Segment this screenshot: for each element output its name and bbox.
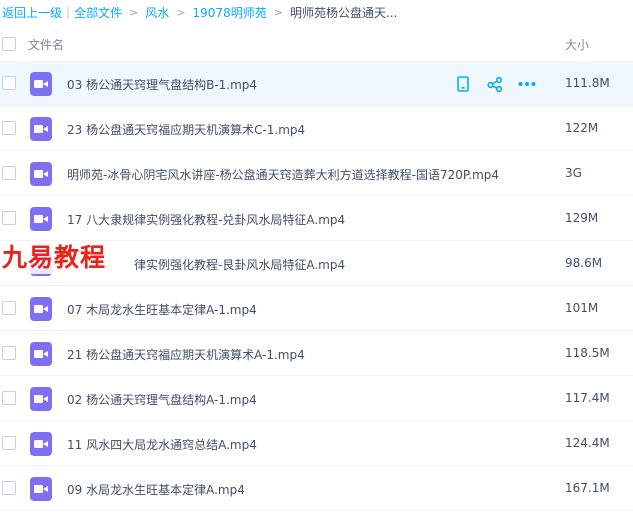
file-list: 03 杨公通天窍理气盘结构B-1.mp4 111.8M 23 杨公盘通天窍福应期… (0, 61, 633, 511)
breadcrumb-separator: > (176, 5, 186, 19)
breadcrumb-separator: > (129, 5, 139, 19)
file-name[interactable]: 02 杨公通天窍理气盘结构A-1.mp4 (67, 391, 257, 408)
file-size: 124.4M (565, 436, 610, 450)
file-name[interactable]: 03 杨公通天窍理气盘结构B-1.mp4 (67, 76, 257, 93)
video-file-icon (30, 342, 52, 366)
file-row[interactable]: 21 杨公盘通天窍福应期天机演算术A-1.mp4 118.5M (0, 331, 633, 376)
row-checkbox[interactable] (2, 436, 16, 450)
watermark: 九易教程 (2, 242, 107, 274)
video-file-icon (30, 477, 52, 501)
file-name[interactable]: 23 杨公盘通天窍福应期天机演算术C-1.mp4 (67, 121, 305, 138)
file-row[interactable]: 09 水局龙水生旺基本定律A.mp4 167.1M (0, 466, 633, 511)
row-checkbox[interactable] (2, 481, 16, 495)
share-icon[interactable] (485, 74, 505, 94)
row-checkbox[interactable] (2, 301, 16, 315)
file-row[interactable]: 02 杨公通天窍理气盘结构A-1.mp4 117.4M (0, 376, 633, 421)
file-row[interactable]: 17 八大隶规律实例强化教程-兑卦风水局特征A.mp4 129M (0, 196, 633, 241)
column-header-size[interactable]: 大小 (565, 36, 589, 53)
breadcrumb: 返回上一级 | 全部文件 > 风水 > 19078明师苑 > 明师苑杨公盘通天.… (0, 0, 633, 24)
video-file-icon (30, 432, 52, 456)
row-checkbox[interactable] (2, 391, 16, 405)
breadcrumb-fengshui-link[interactable]: 风水 (145, 4, 169, 21)
file-size: 117.4M (565, 391, 610, 405)
file-size: 3G (565, 166, 582, 180)
file-size: 122M (565, 121, 599, 135)
video-file-icon (30, 297, 52, 321)
file-name[interactable]: 律实例强化教程-艮卦风水局特征A.mp4 (134, 256, 345, 273)
video-file-icon (30, 72, 52, 96)
file-row[interactable]: 明师苑-冰骨心阴宅风水讲座-杨公盘通天窍造葬大利方道选择教程-国语720P.mp… (0, 151, 633, 196)
file-size: 118.5M (565, 346, 610, 360)
row-actions (453, 74, 549, 94)
row-checkbox[interactable] (2, 76, 16, 90)
file-name[interactable]: 21 杨公盘通天窍福应期天机演算术A-1.mp4 (67, 346, 305, 363)
file-size: 167.1M (565, 481, 610, 495)
file-row[interactable]: 07 木局龙水生旺基本定律A-1.mp4 101M (0, 286, 633, 331)
select-all-checkbox[interactable] (2, 37, 16, 51)
video-file-icon (30, 207, 52, 231)
file-row[interactable]: 11 风水四大局龙水通窍总结A.mp4 124.4M (0, 421, 633, 466)
phone-icon[interactable] (453, 74, 473, 94)
video-file-icon (30, 117, 52, 141)
file-name[interactable]: 17 八大隶规律实例强化教程-兑卦风水局特征A.mp4 (67, 211, 345, 228)
row-checkbox[interactable] (2, 346, 16, 360)
file-name[interactable]: 09 水局龙水生旺基本定律A.mp4 (67, 481, 245, 498)
file-list-header: 文件名 大小 (0, 28, 633, 60)
file-size: 129M (565, 211, 599, 225)
file-size: 101M (565, 301, 599, 315)
file-size: 111.8M (565, 76, 610, 90)
file-row[interactable]: 23 杨公盘通天窍福应期天机演算术C-1.mp4 122M (0, 106, 633, 151)
row-checkbox[interactable] (2, 121, 16, 135)
breadcrumb-divider: | (66, 5, 71, 19)
column-header-name[interactable]: 文件名 (28, 36, 64, 53)
file-size: 98.6M (565, 256, 603, 270)
file-name[interactable]: 07 木局龙水生旺基本定律A-1.mp4 (67, 301, 257, 318)
more-icon[interactable] (517, 74, 537, 94)
file-name[interactable]: 明师苑-冰骨心阴宅风水讲座-杨公盘通天窍造葬大利方道选择教程-国语720P.mp… (67, 166, 499, 183)
all-files-link[interactable]: 全部文件 (74, 4, 122, 21)
breadcrumb-folder-link[interactable]: 19078明师苑 (193, 4, 267, 21)
breadcrumb-current: 明师苑杨公盘通天... (289, 5, 398, 20)
video-file-icon (30, 387, 52, 411)
file-row[interactable]: 03 杨公通天窍理气盘结构B-1.mp4 111.8M (0, 61, 633, 106)
breadcrumb-separator: > (273, 5, 283, 19)
row-checkbox[interactable] (2, 211, 16, 225)
file-name[interactable]: 11 风水四大局龙水通窍总结A.mp4 (67, 436, 257, 453)
video-file-icon (30, 162, 52, 186)
row-checkbox[interactable] (2, 166, 16, 180)
back-link[interactable]: 返回上一级 (2, 4, 62, 21)
